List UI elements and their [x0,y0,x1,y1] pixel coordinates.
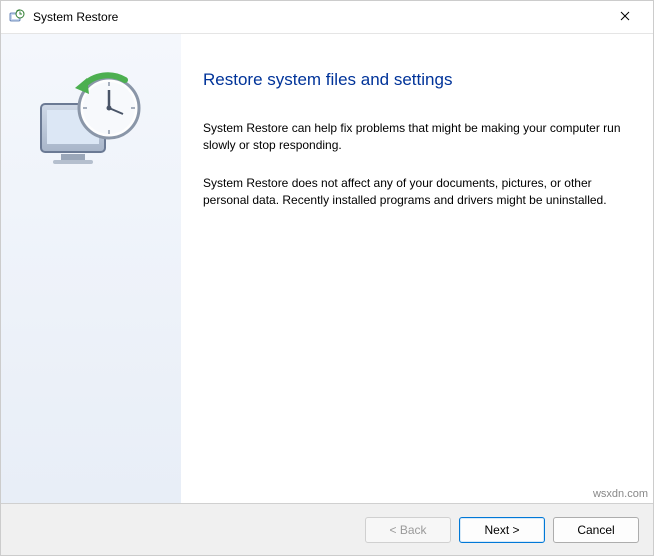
cancel-button[interactable]: Cancel [553,517,639,543]
wizard-footer: < Back Next > Cancel [1,503,653,555]
system-restore-window: System Restore [0,0,654,556]
close-icon [620,8,630,26]
close-button[interactable] [605,3,645,31]
window-title: System Restore [33,10,605,24]
wizard-main-panel: Restore system files and settings System… [181,34,653,503]
content-area: Restore system files and settings System… [1,33,653,503]
description-paragraph-1: System Restore can help fix problems tha… [203,120,623,155]
restore-clock-illustration-icon [31,64,151,184]
back-button: < Back [365,517,451,543]
wizard-sidebar [1,34,181,503]
watermark-text: wsxdn.com [593,488,648,500]
description-paragraph-2: System Restore does not affect any of yo… [203,175,623,210]
page-heading: Restore system files and settings [203,70,623,90]
next-button[interactable]: Next > [459,517,545,543]
titlebar: System Restore [1,1,653,33]
system-restore-app-icon [9,9,25,25]
